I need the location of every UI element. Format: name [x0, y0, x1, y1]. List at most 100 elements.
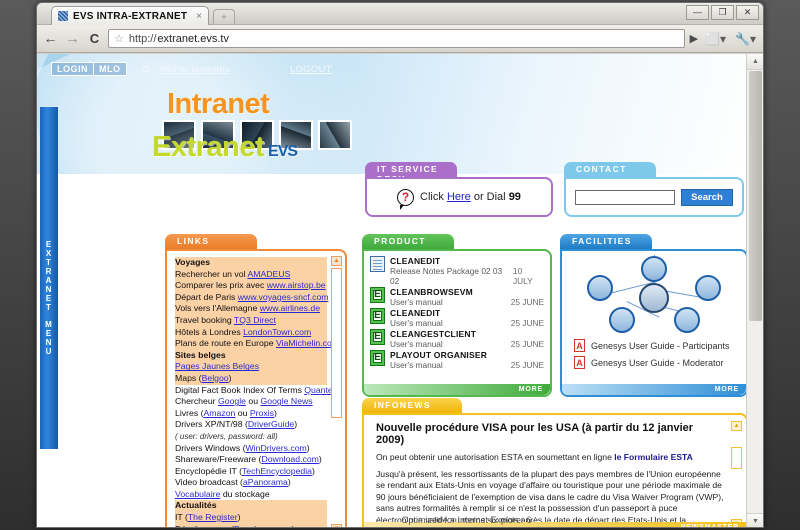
link-anchor[interactable]: Google	[218, 396, 246, 406]
page-footer: Optimized for Internet Explorer 6	[37, 515, 746, 525]
reload-icon[interactable]: C	[86, 30, 103, 47]
link-anchor[interactable]: Download.com	[261, 454, 318, 464]
add-to-favorites-link[interactable]: Add to favorites	[159, 64, 230, 75]
link-item[interactable]: Livres (Amazon ou Proxis)	[175, 408, 327, 420]
extranet-menu-sidebar[interactable]: E X T R A N E T M E N U	[40, 107, 58, 449]
product-row[interactable]: E CLEANEDIT User's manual 25 JUNE	[370, 308, 544, 328]
link-item[interactable]: Départ de Paris www.voyages-sncf.com	[175, 292, 329, 304]
pdf-icon	[574, 339, 585, 352]
facility-document-row[interactable]: Genesys User Guide - Participants	[574, 339, 740, 352]
link-item[interactable]: Drivers XP/NT/98 (DriverGuide)	[175, 419, 327, 431]
links-group-title: Sites belges	[175, 349, 226, 360]
link-anchor[interactable]: AMADEUS	[247, 269, 290, 279]
link-text: Encyclopédie IT (	[175, 465, 242, 476]
logout-link[interactable]: LOGOUT	[290, 64, 332, 75]
link-anchor[interactable]: Amazon	[203, 408, 235, 418]
product-row[interactable]: E CLEANGESTCLIENT User's manual 25 JUNE	[370, 329, 544, 349]
link-anchor[interactable]: Belgoo	[202, 373, 229, 383]
product-info: CLEANEDIT Release Notes Package 02 03 02…	[390, 256, 544, 286]
link-note: ( user: drivers, password: all)	[175, 431, 278, 441]
address-bar[interactable]: ☆ http:// extranet.evs.tv	[108, 29, 685, 48]
link-text: Travel booking	[175, 314, 234, 325]
contact-search-button[interactable]: Search	[681, 188, 733, 206]
home-icon[interactable]: ⌂	[143, 63, 150, 75]
facility-document-row[interactable]: Genesys User Guide - Moderator	[574, 356, 740, 369]
new-tab-button[interactable]: +	[213, 9, 235, 24]
link-anchor-2[interactable]: Proxis	[250, 408, 274, 418]
minimize-button[interactable]: —	[686, 5, 709, 20]
links-scrollbar[interactable]: ▲ ▼	[331, 256, 342, 527]
link-item[interactable]: Chercheur Google ou Google News	[175, 396, 327, 408]
facility-document-label[interactable]: Genesys User Guide - Moderator	[591, 358, 724, 368]
links-scroll-thumb[interactable]	[331, 268, 342, 418]
link-text-after: )	[312, 465, 315, 476]
links-scroll-up-icon[interactable]: ▲	[331, 256, 342, 266]
diagram-node	[695, 275, 721, 301]
link-item[interactable]: Hôtels à Londres LondonTown.com	[175, 327, 327, 339]
link-item[interactable]: Travel booking TQ3 Direct	[175, 315, 327, 327]
link-item[interactable]: Video broadcast (aPanorama)	[175, 477, 327, 489]
maximize-button[interactable]: ❐	[711, 5, 734, 20]
link-item[interactable]: Pages Jaunes Belges	[175, 361, 327, 373]
product-subtitle: User's manual	[390, 360, 443, 370]
page-scroll-down-icon[interactable]: ▼	[747, 513, 763, 527]
link-anchor[interactable]: www.airstop.be	[267, 280, 326, 290]
infonews-scroll-up-icon[interactable]: ▲	[731, 421, 742, 431]
product-more-link[interactable]: MORE	[364, 384, 550, 395]
facility-document-label[interactable]: Genesys User Guide - Participants	[591, 341, 730, 351]
links-group-voyages: Voyages Rechercher un vol AMADEUS Compar…	[175, 257, 339, 350]
link-anchor[interactable]: www.voyages-sncf.com	[238, 292, 329, 302]
close-tab-icon[interactable]: ×	[196, 11, 202, 22]
product-info: CLEANBROWSEVM User's manual 25 JUNE	[390, 287, 544, 307]
link-item[interactable]: Maps (Belgoo)	[175, 373, 327, 385]
product-name: CLEANGESTCLIENT	[390, 329, 477, 339]
manual-icon: E	[370, 350, 385, 366]
page-scrollbar[interactable]: ▲ ▼	[746, 54, 763, 527]
itsd-here-link[interactable]: Here	[447, 191, 471, 203]
facilities-more-link[interactable]: MORE	[562, 384, 746, 395]
link-item[interactable]: Vols vers l'Allemagne www.airlines.de	[175, 303, 327, 315]
link-item[interactable]: Plans de route en Europe ViaMichelin.com	[175, 338, 339, 350]
page-scroll-thumb[interactable]	[749, 71, 762, 321]
link-anchor[interactable]: TechEncyclopedia	[242, 466, 312, 476]
link-item[interactable]: Shareware/Freeware (Download.com)	[175, 454, 327, 466]
product-date: 25 JUNE	[510, 360, 544, 370]
link-item[interactable]: Vocabulaire du stockage	[175, 489, 327, 501]
login-status-box[interactable]: LOGIN MLO	[51, 62, 127, 76]
infonews-scrollbar[interactable]: ▲ ▼	[731, 421, 742, 527]
page-scroll-up-icon[interactable]: ▲	[747, 54, 763, 70]
bookmark-star-icon[interactable]: ☆	[114, 32, 124, 45]
go-icon[interactable]: ▶	[690, 32, 698, 45]
news-lead: On peut obtenir une autorisation ESTA en…	[376, 452, 724, 462]
link-item[interactable]: Encyclopédie IT (TechEncyclopedia)	[175, 466, 327, 478]
link-anchor[interactable]: Vocabulaire	[175, 489, 220, 499]
product-row[interactable]: E PLAYOUT ORGANISER User's manual 25 JUN…	[370, 350, 544, 370]
link-item[interactable]: Drivers Windows (WinDrivers.com)	[175, 443, 327, 455]
link-anchor[interactable]: WinDrivers.com	[245, 443, 306, 453]
page-menu-icon[interactable]: ⬜▾	[703, 32, 728, 46]
link-anchor-2[interactable]: Google News	[261, 396, 313, 406]
product-row[interactable]: CLEANEDIT Release Notes Package 02 03 02…	[370, 256, 544, 286]
back-icon[interactable]: ←	[42, 30, 59, 47]
manual-icon: E	[370, 287, 385, 303]
link-anchor[interactable]: ViaMichelin.com	[276, 338, 339, 348]
sidebar-letter: T	[46, 303, 52, 312]
link-anchor[interactable]: Pages Jaunes Belges	[175, 361, 259, 371]
link-anchor[interactable]: LondonTown.com	[243, 327, 311, 337]
link-item[interactable]: Digital Fact Book Index Of Terms Quantel	[175, 385, 335, 397]
news-esta-link[interactable]: le Formulaire ESTA	[614, 452, 693, 462]
browser-tab[interactable]: EVS INTRA-EXTRANET ×	[51, 6, 210, 25]
forward-icon[interactable]: →	[64, 30, 81, 47]
link-anchor[interactable]: aPanorama	[243, 477, 288, 487]
link-anchor[interactable]: www.airlines.de	[260, 303, 320, 313]
contact-search-input[interactable]	[575, 189, 676, 205]
infonews-scroll-thumb[interactable]	[731, 447, 742, 469]
link-anchor[interactable]: TQ3 Direct	[234, 315, 276, 325]
product-row[interactable]: E CLEANBROWSEVM User's manual 25 JUNE	[370, 287, 544, 307]
link-anchor[interactable]: DriverGuide	[248, 419, 294, 429]
sidebar-letter: N	[45, 285, 53, 294]
tools-menu-icon[interactable]: 🔧▾	[733, 32, 758, 46]
link-item[interactable]: Comparer les prix avec www.airstop.be	[175, 280, 327, 292]
close-window-button[interactable]: ✕	[736, 5, 759, 20]
link-item[interactable]: Rechercher un vol AMADEUS	[175, 269, 327, 281]
